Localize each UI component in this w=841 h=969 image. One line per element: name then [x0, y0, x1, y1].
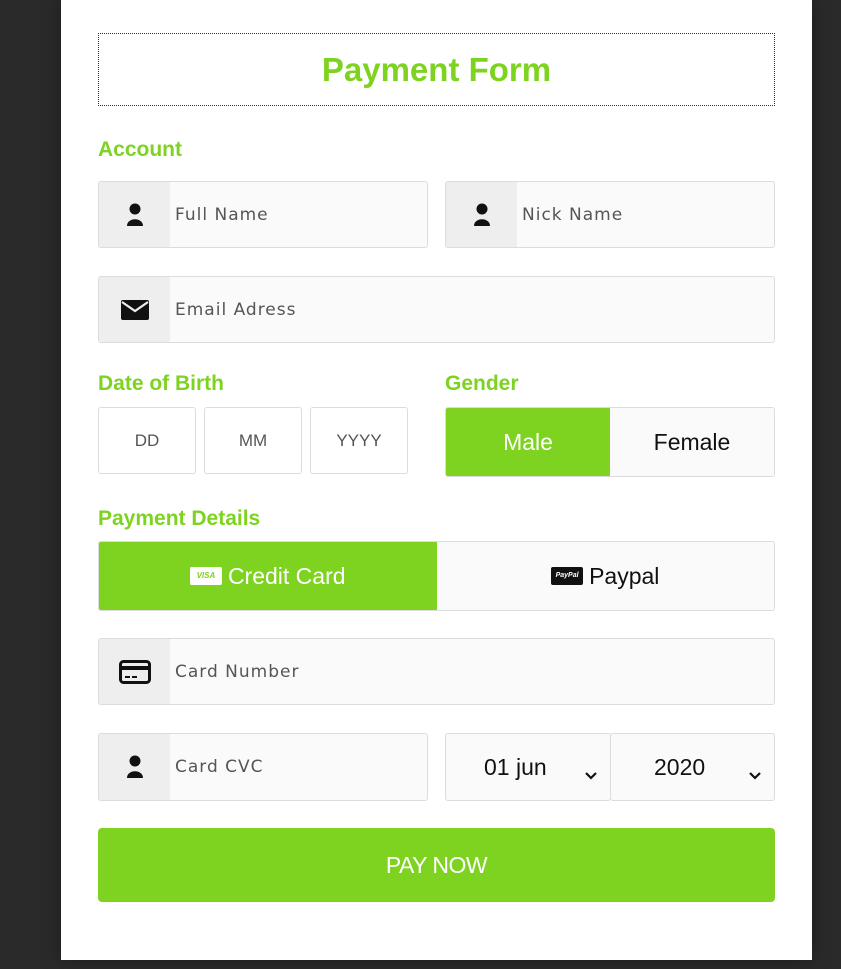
envelope-icon	[99, 277, 170, 342]
credit-card-icon	[99, 639, 170, 704]
dob-day-input[interactable]	[98, 407, 196, 474]
paypal-icon: PayPal	[551, 567, 584, 585]
gender-section-label: Gender	[445, 372, 519, 395]
pay-now-label: PAY NOW	[385, 851, 488, 878]
visa-card-icon: VISA	[189, 567, 222, 585]
expiry-year-select[interactable]: 2020	[610, 733, 775, 801]
user-icon	[446, 182, 517, 247]
dob-section-label: Date of Birth	[98, 372, 224, 395]
form-title: Payment Form	[98, 33, 775, 106]
card-number-input[interactable]	[170, 639, 774, 704]
email-field	[98, 276, 775, 343]
payment-method-toggle: VISA Credit Card PayPal Paypal	[98, 541, 775, 611]
user-icon	[99, 734, 170, 800]
chevron-down-icon	[748, 760, 762, 787]
gender-toggle: Male Female	[445, 407, 775, 477]
card-number-field	[98, 638, 775, 705]
payment-method-credit-card[interactable]: VISA Credit Card	[99, 542, 437, 610]
expiry-month-value: 01 jun	[484, 753, 547, 780]
pay-now-button[interactable]: PAY NOW	[98, 828, 775, 902]
form-title-text: Payment Form	[321, 50, 552, 88]
full-name-input[interactable]	[170, 182, 427, 247]
account-section-label: Account	[98, 138, 182, 161]
credit-card-label: Credit Card	[227, 562, 346, 589]
nick-name-input[interactable]	[517, 182, 774, 247]
dob-month-input[interactable]	[204, 407, 302, 474]
nick-name-field	[445, 181, 775, 248]
paypal-label: Paypal	[589, 562, 660, 589]
card-cvc-input[interactable]	[170, 734, 427, 800]
dob-year-input[interactable]	[310, 407, 408, 474]
email-input[interactable]	[170, 277, 774, 342]
gender-option-female[interactable]: Female	[610, 408, 774, 476]
payment-method-paypal[interactable]: PayPal Paypal	[436, 542, 774, 610]
payment-section-label: Payment Details	[98, 507, 261, 530]
gender-option-male[interactable]: Male	[446, 408, 610, 476]
expiry-month-select[interactable]: 01 jun	[445, 733, 611, 801]
chevron-down-icon	[584, 760, 598, 787]
card-cvc-field	[98, 733, 428, 801]
user-icon	[99, 182, 170, 247]
full-name-field	[98, 181, 428, 248]
payment-form-card: Payment Form Account Date of Birth Gende…	[61, 0, 812, 960]
expiry-year-value: 2020	[654, 753, 706, 780]
